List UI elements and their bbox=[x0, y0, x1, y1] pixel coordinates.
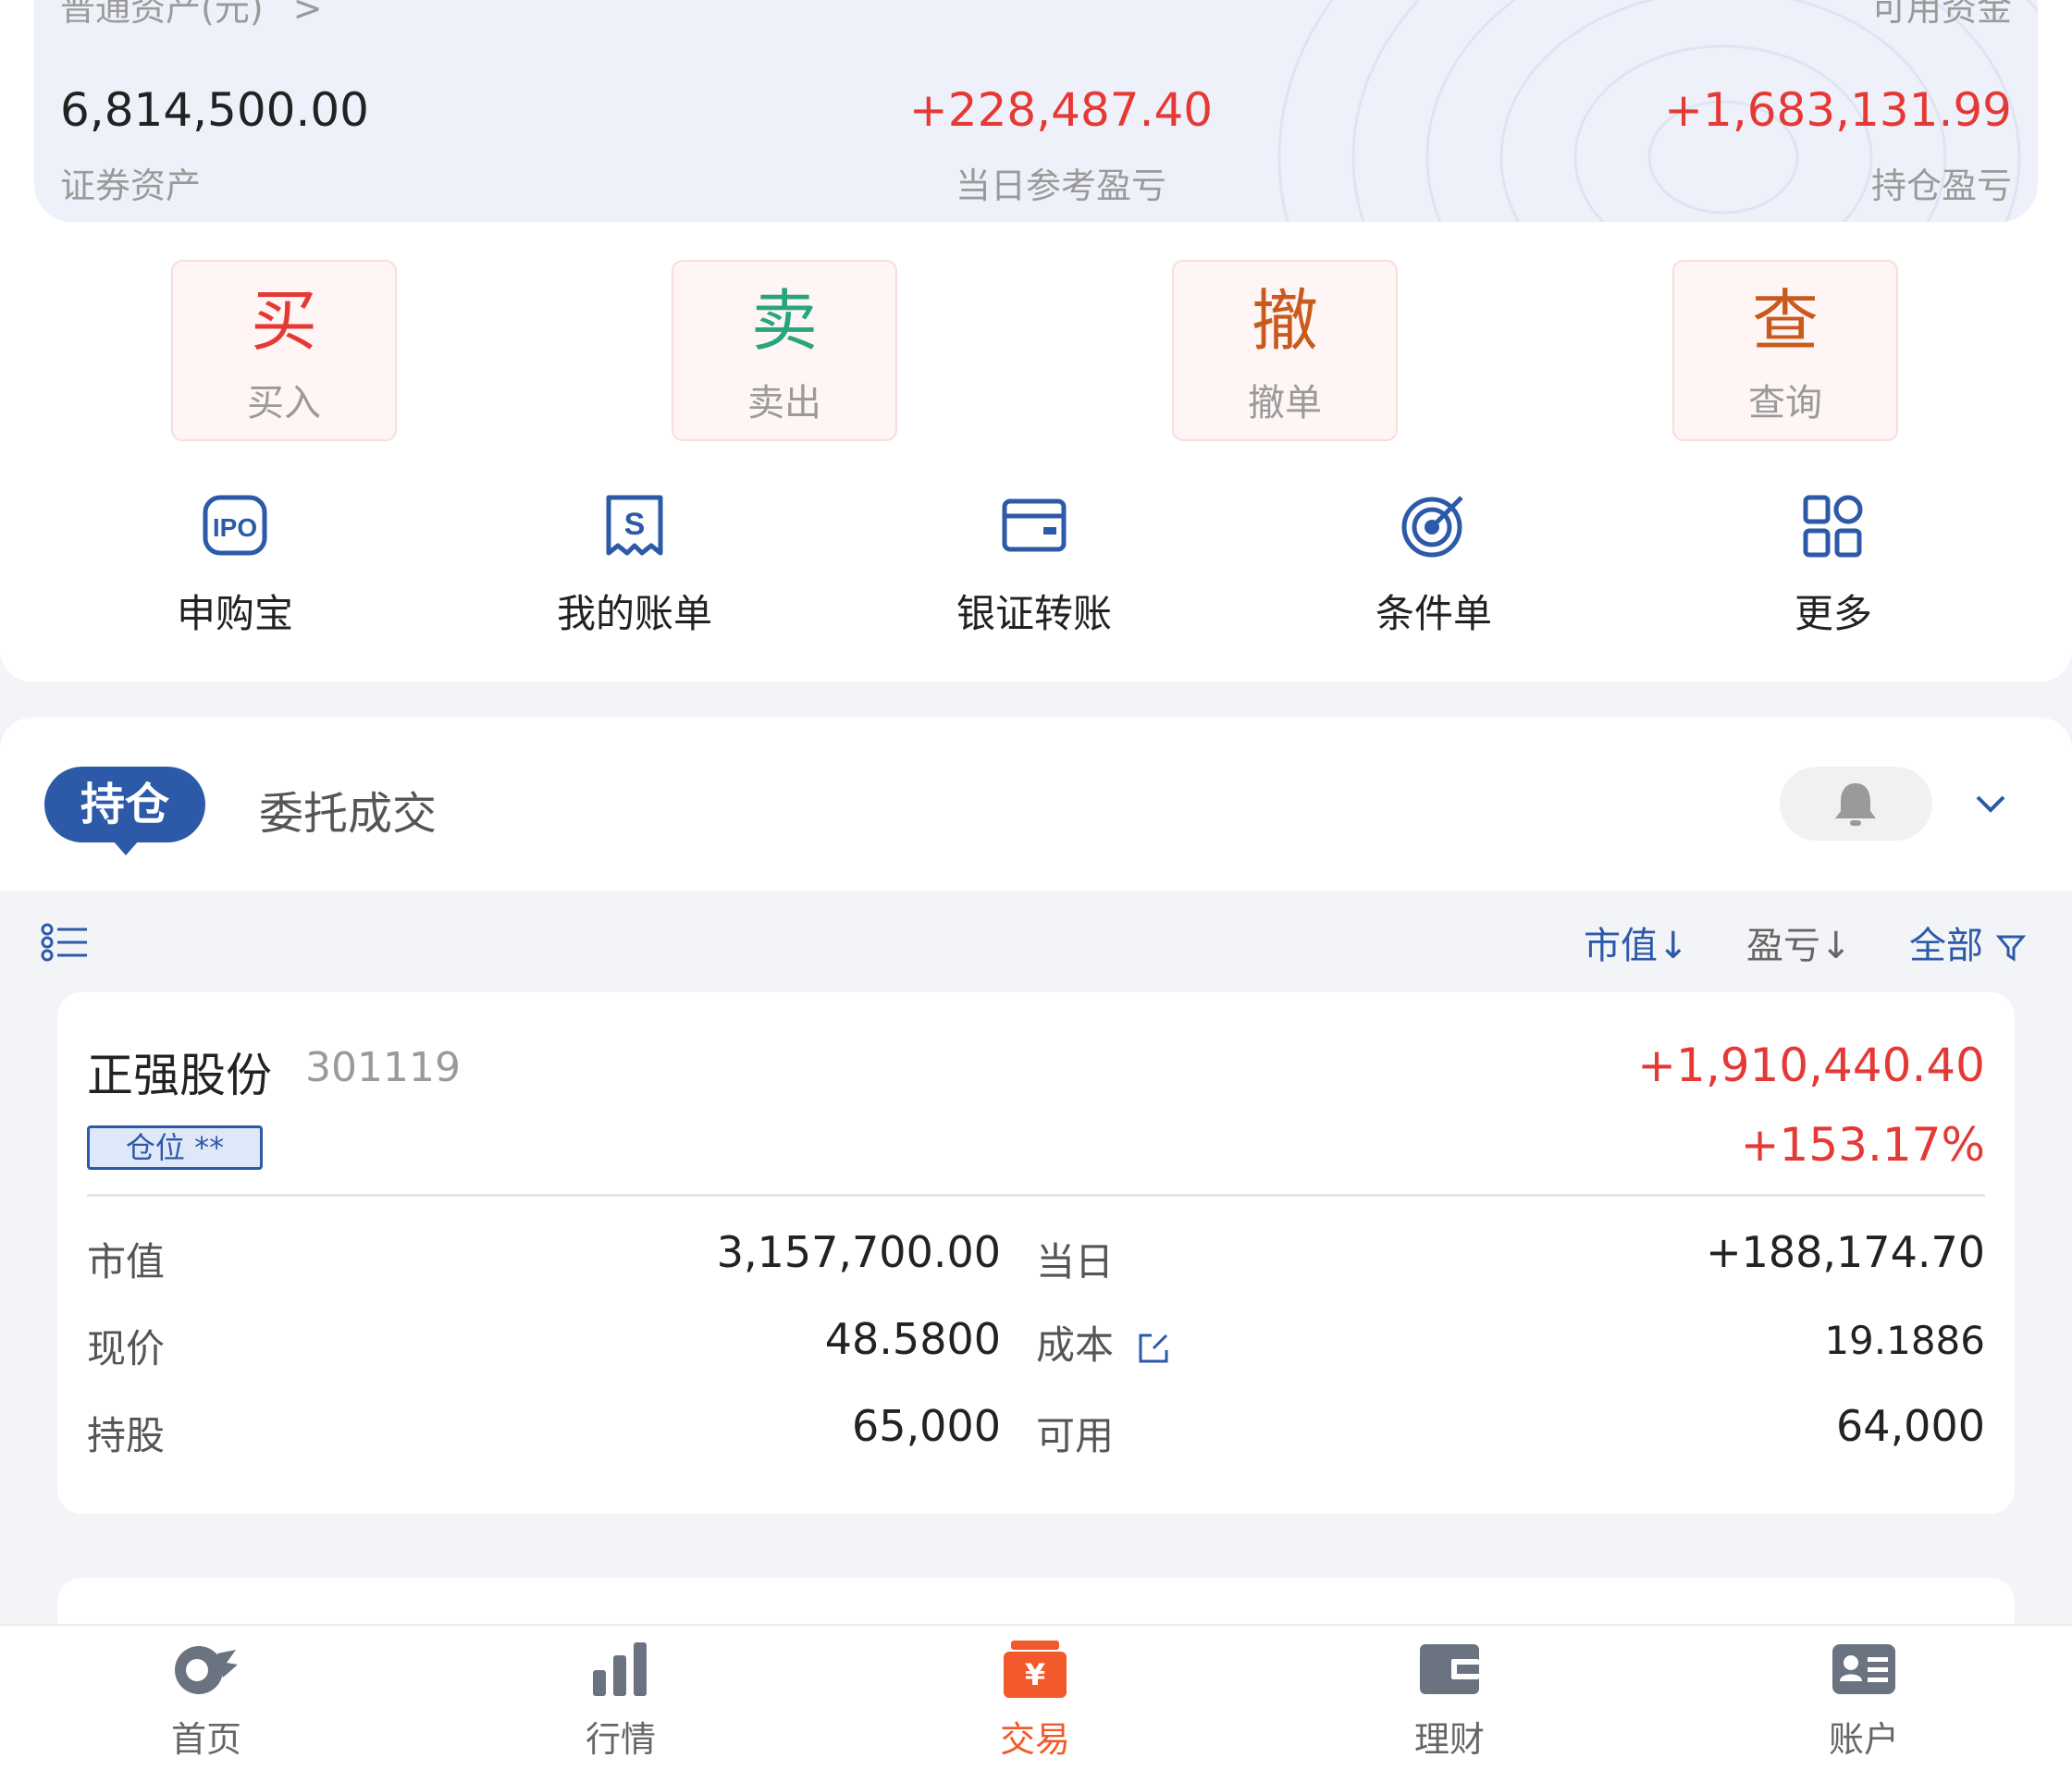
nav-market[interactable]: 行情 bbox=[528, 1637, 713, 1762]
chevron-right-icon: > bbox=[292, 0, 323, 29]
query-button[interactable]: 查 查询 bbox=[1672, 260, 1898, 441]
asset-header-left[interactable]: 普通资产(元) > bbox=[60, 0, 323, 31]
card-icon bbox=[1002, 498, 1067, 552]
market-value: 3,157,700.00 bbox=[716, 1227, 1001, 1277]
sell-label: 卖出 bbox=[747, 382, 821, 424]
shortcut-transfer[interactable]: 银证转账 bbox=[895, 490, 1173, 639]
shortcut-more[interactable]: 更多 bbox=[1695, 490, 1972, 639]
nav-label: 行情 bbox=[585, 1719, 656, 1760]
shortcut-label: 申购宝 bbox=[176, 591, 293, 636]
grid-icon bbox=[1803, 495, 1863, 558]
nav-trade[interactable]: ¥ 交易 bbox=[943, 1637, 1128, 1762]
svg-text:S: S bbox=[624, 507, 646, 542]
position-card[interactable]: 正强股份 301119 仓位 ** +1,910,440.40 +153.17%… bbox=[57, 992, 2015, 1514]
buy-label: 买入 bbox=[247, 382, 321, 424]
current-price-label: 现价 bbox=[87, 1326, 166, 1371]
nav-home[interactable]: 首页 bbox=[114, 1637, 299, 1762]
daily-pl-label: 当日参考盈亏 bbox=[955, 166, 1166, 206]
filter-all[interactable]: 全部 bbox=[1909, 916, 2029, 969]
current-price: 48.5800 bbox=[824, 1314, 1001, 1364]
filter-icon bbox=[1995, 935, 2026, 962]
securities-assets-value: 6,814,500.00 bbox=[60, 83, 369, 137]
cancel-label: 撤单 bbox=[1248, 382, 1322, 424]
stock-code: 301119 bbox=[305, 1044, 461, 1091]
stock-pl-percent: +153.17% bbox=[1740, 1118, 1985, 1172]
cost-label-text: 成本 bbox=[1036, 1322, 1115, 1368]
nav-account[interactable]: 账户 bbox=[1771, 1637, 1956, 1762]
shares-held: 65,000 bbox=[852, 1401, 1001, 1451]
svg-text:¥: ¥ bbox=[1025, 1657, 1045, 1692]
shortcut-label: 更多 bbox=[1794, 591, 1872, 636]
market-icon bbox=[593, 1642, 647, 1696]
cancel-glyph: 撤 bbox=[1251, 282, 1318, 360]
chevron-down-icon[interactable] bbox=[1972, 790, 2009, 817]
list-view-icon[interactable] bbox=[41, 923, 89, 962]
daily-label: 当日 bbox=[1036, 1239, 1115, 1284]
shortcut-label: 条件单 bbox=[1375, 591, 1492, 636]
stock-name: 正强股份 bbox=[87, 1049, 272, 1102]
buy-button[interactable]: 买 买入 bbox=[171, 260, 397, 441]
market-value-label: 市值 bbox=[87, 1239, 166, 1284]
svg-text:IPO: IPO bbox=[213, 513, 257, 542]
available-shares: 64,000 bbox=[1836, 1401, 1985, 1451]
ipo-icon: IPO bbox=[203, 495, 267, 556]
bell-icon bbox=[1835, 783, 1876, 826]
sort-market-value[interactable]: 市值↓ bbox=[1584, 916, 1689, 969]
trade-icon: ¥ bbox=[1004, 1641, 1067, 1698]
home-icon bbox=[175, 1646, 238, 1694]
query-glyph: 查 bbox=[1751, 282, 1819, 360]
shortcut-label: 我的账单 bbox=[556, 591, 712, 636]
daily-value: +188,174.70 bbox=[1706, 1227, 1985, 1277]
cost-value: 19.1886 bbox=[1824, 1318, 1985, 1363]
nav-label: 交易 bbox=[999, 1719, 1070, 1760]
shortcut-conditional-order[interactable]: 条件单 bbox=[1295, 490, 1572, 639]
sell-glyph: 卖 bbox=[750, 282, 818, 360]
nav-label: 理财 bbox=[1413, 1719, 1485, 1760]
bill-icon: S bbox=[606, 495, 663, 556]
asset-summary-card[interactable]: 普通资产(元) > 可用资金 6,814,500.00 证券资产 +228,48… bbox=[34, 0, 2038, 222]
shortcut-ipo[interactable]: IPO 申购宝 bbox=[96, 490, 374, 639]
filter-all-label: 全部 bbox=[1909, 925, 1983, 967]
tab-orders-trades[interactable]: 委托成交 bbox=[259, 777, 437, 842]
position-badge: 仓位 ** bbox=[87, 1125, 263, 1170]
divider bbox=[87, 1194, 1985, 1197]
securities-assets-label: 证券资产 bbox=[60, 166, 202, 206]
shortcut-label: 银证转账 bbox=[956, 591, 1112, 636]
buy-glyph: 买 bbox=[250, 282, 317, 360]
nav-wealth[interactable]: 理财 bbox=[1357, 1637, 1542, 1762]
wallet-icon bbox=[1420, 1644, 1479, 1694]
shares-held-label: 持股 bbox=[87, 1413, 166, 1458]
stock-pl-value: +1,910,440.40 bbox=[1637, 1039, 1985, 1092]
cancel-order-button[interactable]: 撤 撤单 bbox=[1172, 260, 1398, 441]
query-label: 查询 bbox=[1748, 382, 1822, 424]
edit-icon[interactable] bbox=[1135, 1330, 1172, 1367]
position-pl-label: 持仓盈亏 bbox=[1870, 166, 2012, 206]
available-label: 可用 bbox=[1036, 1413, 1115, 1458]
account-icon bbox=[1832, 1644, 1895, 1694]
tab-positions[interactable]: 持仓 bbox=[44, 767, 205, 855]
shortcut-bill[interactable]: S 我的账单 bbox=[496, 490, 773, 639]
target-icon bbox=[1401, 496, 1463, 558]
nav-label: 首页 bbox=[170, 1719, 241, 1760]
position-pl-value: +1,683,131.99 bbox=[1664, 83, 2012, 137]
cost-label[interactable]: 成本 bbox=[1036, 1314, 1172, 1371]
available-funds-label: 可用资金 bbox=[1870, 0, 2012, 29]
sort-pl[interactable]: 盈亏↓ bbox=[1746, 916, 1852, 969]
daily-pl-value: +228,487.40 bbox=[908, 83, 1214, 137]
nav-label: 账户 bbox=[1828, 1719, 1899, 1760]
sell-button[interactable]: 卖 卖出 bbox=[672, 260, 897, 441]
notification-button[interactable] bbox=[1780, 767, 1932, 841]
